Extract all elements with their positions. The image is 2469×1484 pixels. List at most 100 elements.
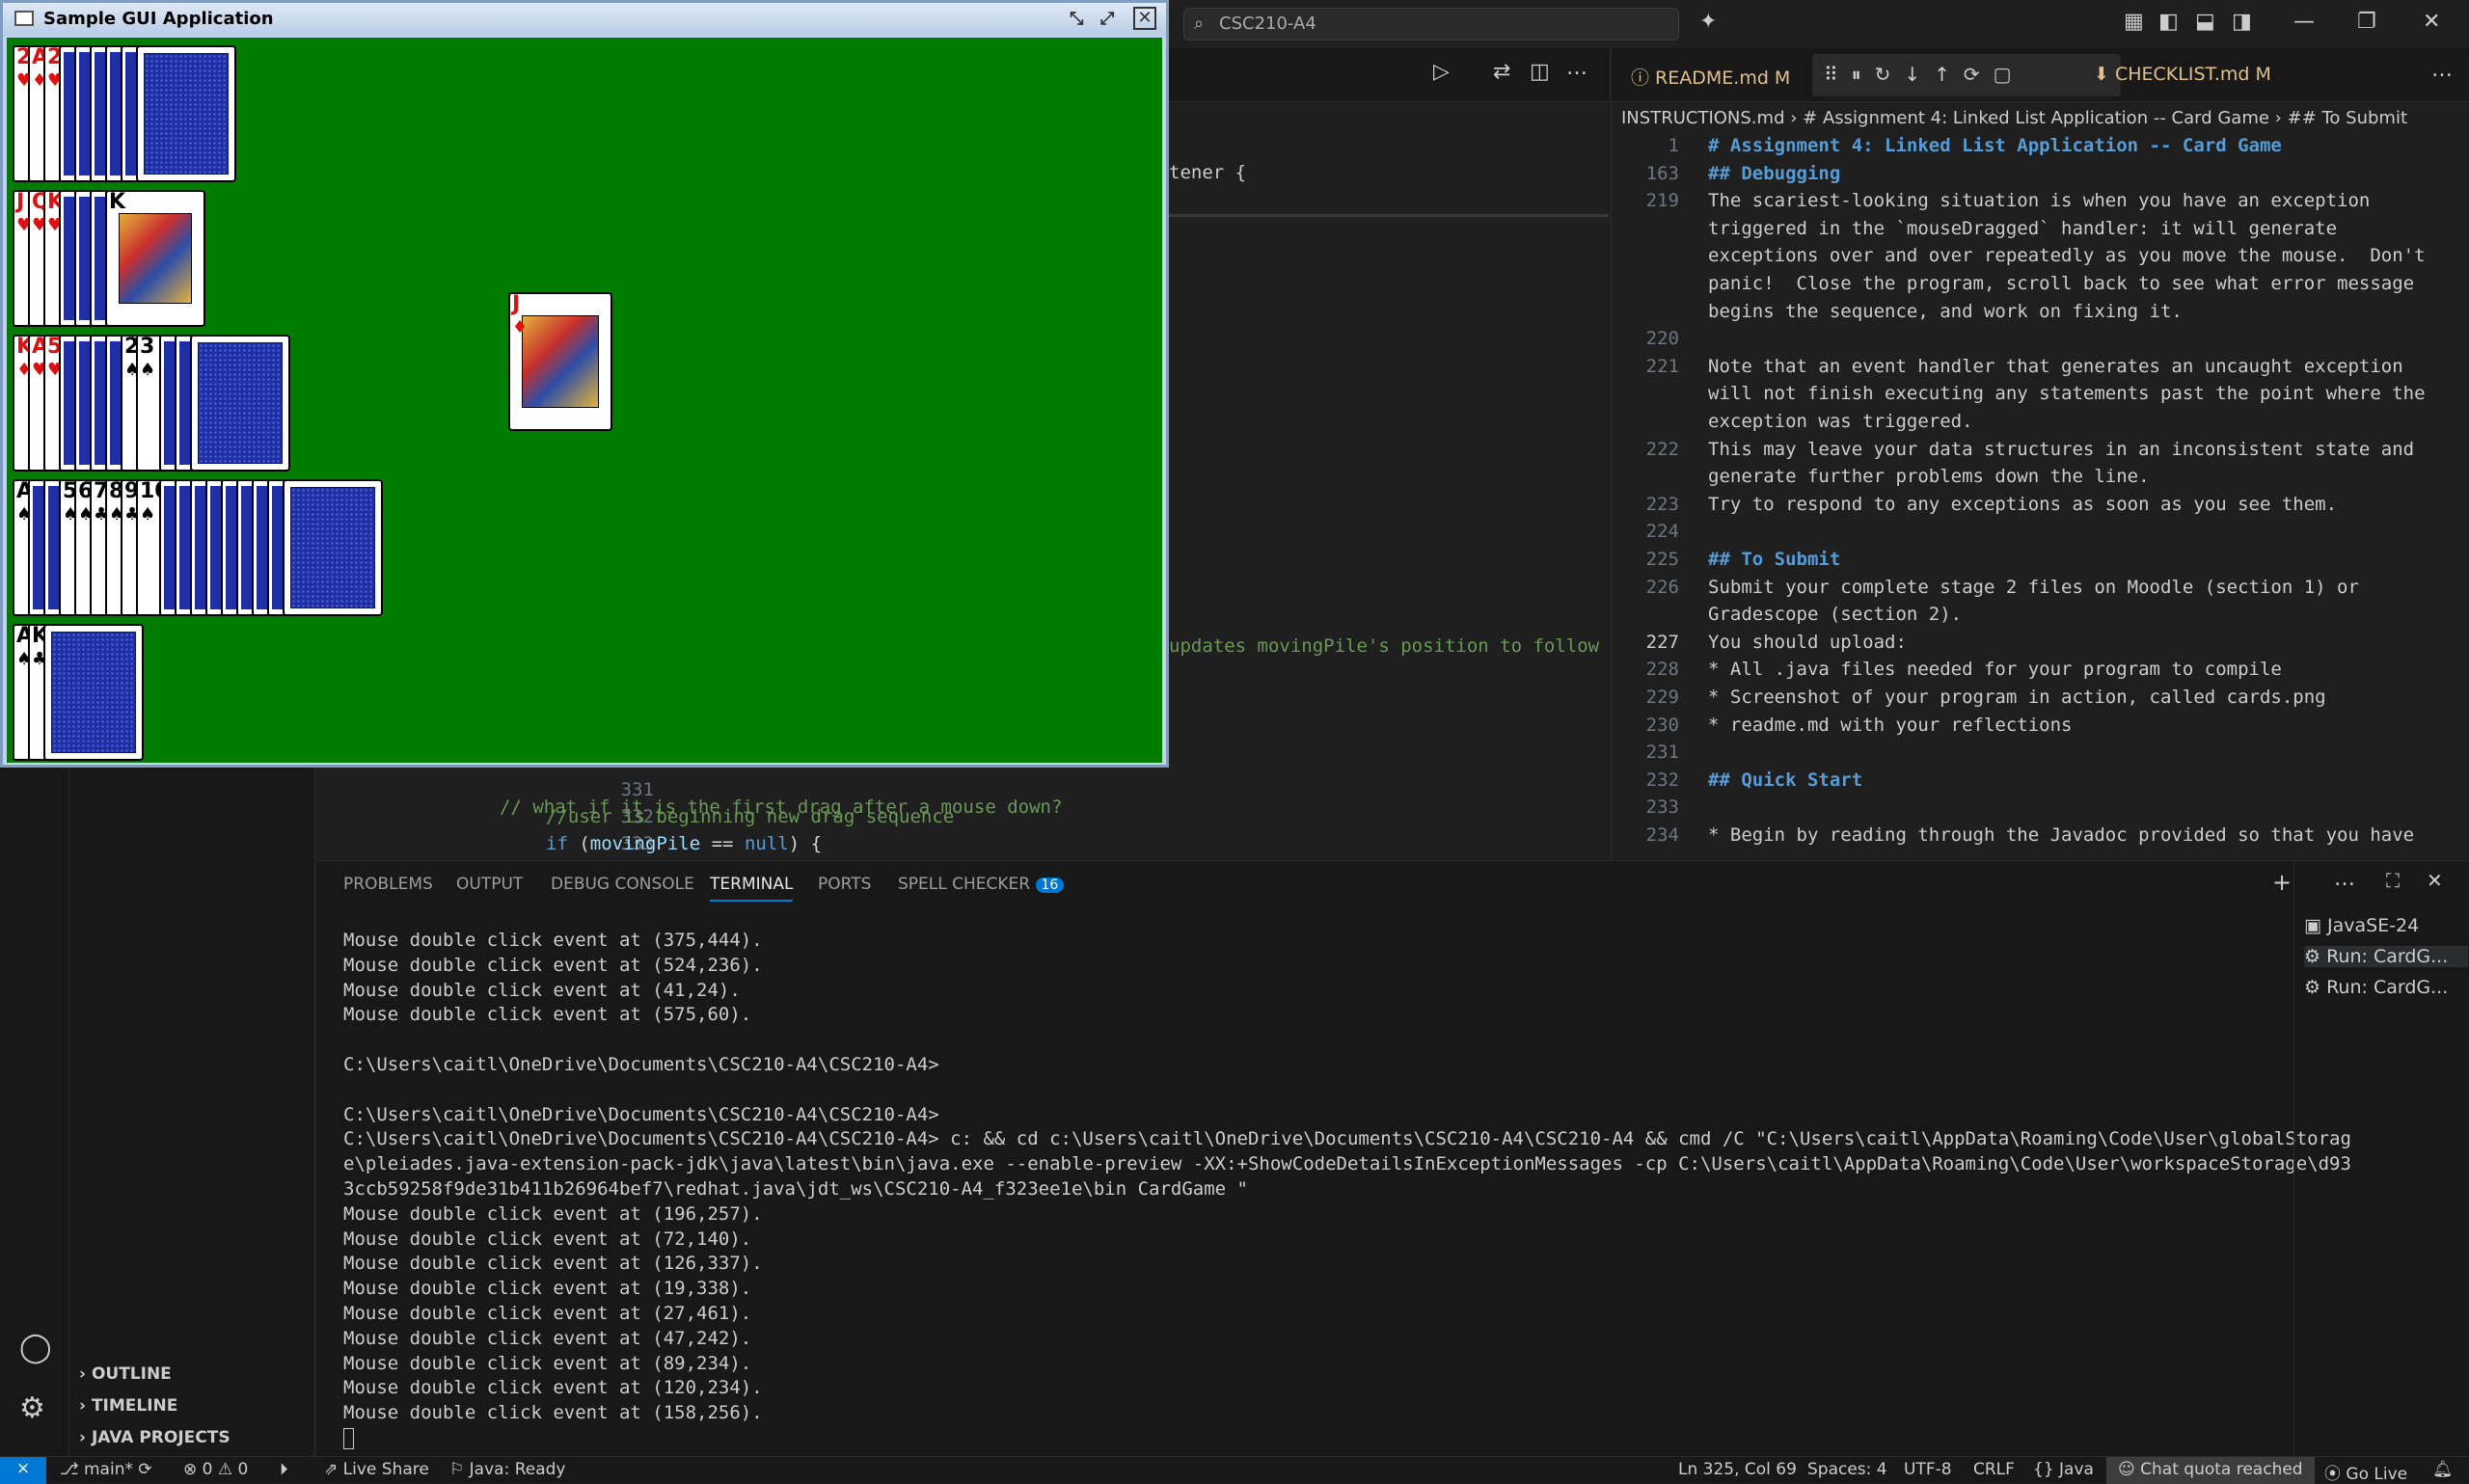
line-number: 234 xyxy=(1645,824,1679,846)
remote-icon[interactable]: ⨯ xyxy=(0,1457,46,1484)
markdown-line: Note that an event handler that generate… xyxy=(1708,355,2403,377)
tab-spell-checker[interactable]: SPELL CHECKER 16 xyxy=(898,875,1065,894)
copilot-icon[interactable]: ✦ xyxy=(1699,10,1717,34)
markdown-line: Gradescope (section 2). xyxy=(1708,604,1963,626)
terminal-cursor xyxy=(343,1427,354,1449)
search-icon: ⌕ xyxy=(1194,13,1205,34)
moving-card[interactable]: J ♦ xyxy=(508,292,612,431)
terminal-line: Mouse double click event at (72,140). xyxy=(343,1228,752,1250)
problems-indicator[interactable]: ⊗ 0 ⚠ 0 xyxy=(183,1460,248,1479)
line-number: 163 xyxy=(1645,162,1679,184)
terminal-output[interactable]: Mouse double click event at (375,444). Mo… xyxy=(343,929,2351,1449)
markdown-heading: ## Debugging xyxy=(1708,162,1841,184)
terminal-line: C:\Users\caitl\OneDrive\Documents\CSC210… xyxy=(343,1053,939,1075)
split-editor-icon[interactable]: ◫ xyxy=(1530,60,1550,84)
line-number: 222 xyxy=(1645,438,1679,460)
card-back[interactable] xyxy=(136,45,236,182)
account-icon[interactable]: ◯ xyxy=(19,1331,52,1364)
close-window-icon[interactable]: ✕ xyxy=(2423,10,2440,34)
markdown-line: exceptions over and over repeatedly as y… xyxy=(1708,245,2426,267)
terminal-line: C:\Users\caitl\OneDrive\Documents\CSC210… xyxy=(343,1128,2351,1150)
status-bar: ⨯ ⎇ main* ⟳ ⊗ 0 ⚠ 0 ⏵ ⇗ Live Share ⚐ Jav… xyxy=(0,1456,2469,1484)
card-rank: J xyxy=(512,292,521,316)
code-fragment-comment: updates movingPile's position to follow xyxy=(1169,635,1600,657)
card-back[interactable] xyxy=(190,335,290,472)
line-number: 219 xyxy=(1645,190,1679,212)
card-suit: ♠ xyxy=(140,360,156,380)
diff-icon[interactable]: ⇄ xyxy=(1493,60,1510,84)
maximize-icon[interactable]: ⤢ xyxy=(1100,9,1114,29)
card-table[interactable]: 2 ♥ A ♦ 2 ♥ J ♥ Q ♥ K ♥ K K ♦ A ♥ 5 ♥ 2 ♠ 3 ♠ A ♠ 5 ♠ 6 ♠ 7 ♣ 8 ♠ 9 ♣ 10 ♠ A ♠… xyxy=(7,38,1162,763)
debug-icon[interactable]: ⏵ xyxy=(280,1460,288,1479)
terminal-item-run-2[interactable]: ⚙ Run: CardG... xyxy=(2304,977,2448,998)
sidebar-section-outline[interactable]: › OUTLINE xyxy=(79,1364,172,1384)
spell-count-badge: 16 xyxy=(1035,877,1065,893)
tab-problems[interactable]: PROBLEMS xyxy=(343,875,433,894)
editor-group-right: ⓘ README.md M ⠿⏸↻↓↑⟳▢ ⬇ CHECKLIST.md M …… xyxy=(1611,48,2469,860)
branch-indicator[interactable]: ⎇ main* ⟳ xyxy=(60,1460,152,1479)
notifications-icon[interactable]: 🔔︎ xyxy=(2432,1460,2454,1479)
terminal-line: Mouse double click event at (196,257). xyxy=(343,1202,763,1225)
sidebar-section-timeline[interactable]: › TIMELINE xyxy=(79,1396,177,1416)
terminal-line: e\pleiades.java-extension-pack-jdk\java\… xyxy=(343,1153,2351,1175)
live-share-button[interactable]: ⇗ Live Share xyxy=(324,1460,429,1479)
terminal-line: Mouse double click event at (575,60). xyxy=(343,1004,752,1026)
encoding[interactable]: UTF-8 xyxy=(1904,1460,1952,1479)
tab-ports[interactable]: PORTS xyxy=(818,875,871,894)
terminal-item-run-1[interactable]: ⚙ Run: CardG... xyxy=(2304,946,2468,967)
card-face-art xyxy=(119,213,192,304)
toggle-panel-icon[interactable]: ⬓ xyxy=(2195,10,2215,34)
new-terminal-icon[interactable]: + xyxy=(2272,869,2292,896)
java-window-title: Sample GUI Application xyxy=(43,9,274,29)
card-suit: ♦ xyxy=(512,317,529,337)
line-number: 229 xyxy=(1645,687,1679,708)
more-actions-icon[interactable]: … xyxy=(1566,56,1587,80)
go-live-button[interactable]: ⦿ Go Live xyxy=(2324,1460,2407,1484)
run-icon[interactable]: ▷ xyxy=(1433,60,1450,84)
command-center-search[interactable]: ⌕ CSC210-A4 xyxy=(1183,8,1679,40)
line-number: 226 xyxy=(1645,576,1679,598)
card-back[interactable] xyxy=(43,624,144,761)
card-back[interactable] xyxy=(283,479,383,616)
search-label: CSC210-A4 xyxy=(1219,13,1316,34)
cursor-position[interactable]: Ln 325, Col 69 xyxy=(1678,1460,1797,1479)
bottom-panel: PROBLEMS OUTPUT DEBUG CONSOLE TERMINAL P… xyxy=(316,860,2469,1457)
markdown-heading: ## To Submit xyxy=(1708,549,1841,570)
line-number: 331 xyxy=(620,779,654,800)
customize-layout-icon[interactable]: ▦ xyxy=(2124,10,2144,34)
tab-output[interactable]: OUTPUT xyxy=(456,875,523,894)
markdown-line: * All .java files needed for your progra… xyxy=(1708,659,2282,681)
debug-toolbar[interactable]: ⠿⏸↻↓↑⟳▢ xyxy=(1812,54,2121,96)
indentation[interactable]: Spaces: 4 xyxy=(1807,1460,1887,1479)
close-icon[interactable]: ✕ xyxy=(1133,7,1156,30)
terminal-line: C:\Users\caitl\OneDrive\Documents\CSC210… xyxy=(343,1103,939,1125)
tab-checklist[interactable]: ⬇ CHECKLIST.md M xyxy=(2094,48,2271,102)
toggle-secondary-sidebar-icon[interactable]: ◨ xyxy=(2232,10,2252,34)
java-window-titlebar[interactable]: Sample GUI Application ⤡ ⤢ ✕ xyxy=(3,3,1166,36)
restore-icon[interactable]: ❐ xyxy=(2357,10,2376,34)
breadcrumb[interactable]: INSTRUCTIONS.md › # Assignment 4: Linked… xyxy=(1621,108,2407,128)
java-status[interactable]: ⚐ Java: Ready xyxy=(449,1460,565,1479)
gear-icon[interactable]: ⚙ xyxy=(19,1391,45,1425)
tab-terminal[interactable]: TERMINAL xyxy=(710,875,794,902)
more-actions-icon[interactable]: … xyxy=(2431,58,2453,82)
chat-quota-status[interactable]: ☺ Chat quota reached xyxy=(2106,1457,2315,1484)
markdown-line: panic! Close the program, scroll back to… xyxy=(1708,273,2415,294)
minimize-icon[interactable]: — xyxy=(2293,10,2315,34)
tab-debug-console[interactable]: DEBUG CONSOLE xyxy=(551,875,694,894)
line-number: 233 xyxy=(1645,796,1679,819)
card-face[interactable]: K xyxy=(105,190,205,327)
toggle-primary-sidebar-icon[interactable]: ◧ xyxy=(2158,10,2179,34)
markdown-line: generate further problems down the line. xyxy=(1708,466,2150,488)
language-mode[interactable]: {} Java xyxy=(2033,1460,2094,1479)
markdown-heading: # Assignment 4: Linked List Application … xyxy=(1708,135,2282,156)
code-line: if (movingPile == null) { xyxy=(546,833,823,854)
iconify-icon[interactable]: ⤡ xyxy=(1070,9,1083,29)
terminal-item-javase[interactable]: ▣ JavaSE-24 xyxy=(2304,915,2419,936)
eol[interactable]: CRLF xyxy=(1973,1460,2015,1479)
markdown-line: Try to respond to any exceptions as soon… xyxy=(1708,493,2338,515)
card-rank: J xyxy=(16,190,25,214)
tab-readme[interactable]: ⓘ README.md M xyxy=(1631,48,1790,102)
sidebar-section-java-projects[interactable]: › JAVA PROJECTS xyxy=(79,1428,231,1447)
markdown-line: The scariest-looking situation is when y… xyxy=(1708,190,2371,212)
